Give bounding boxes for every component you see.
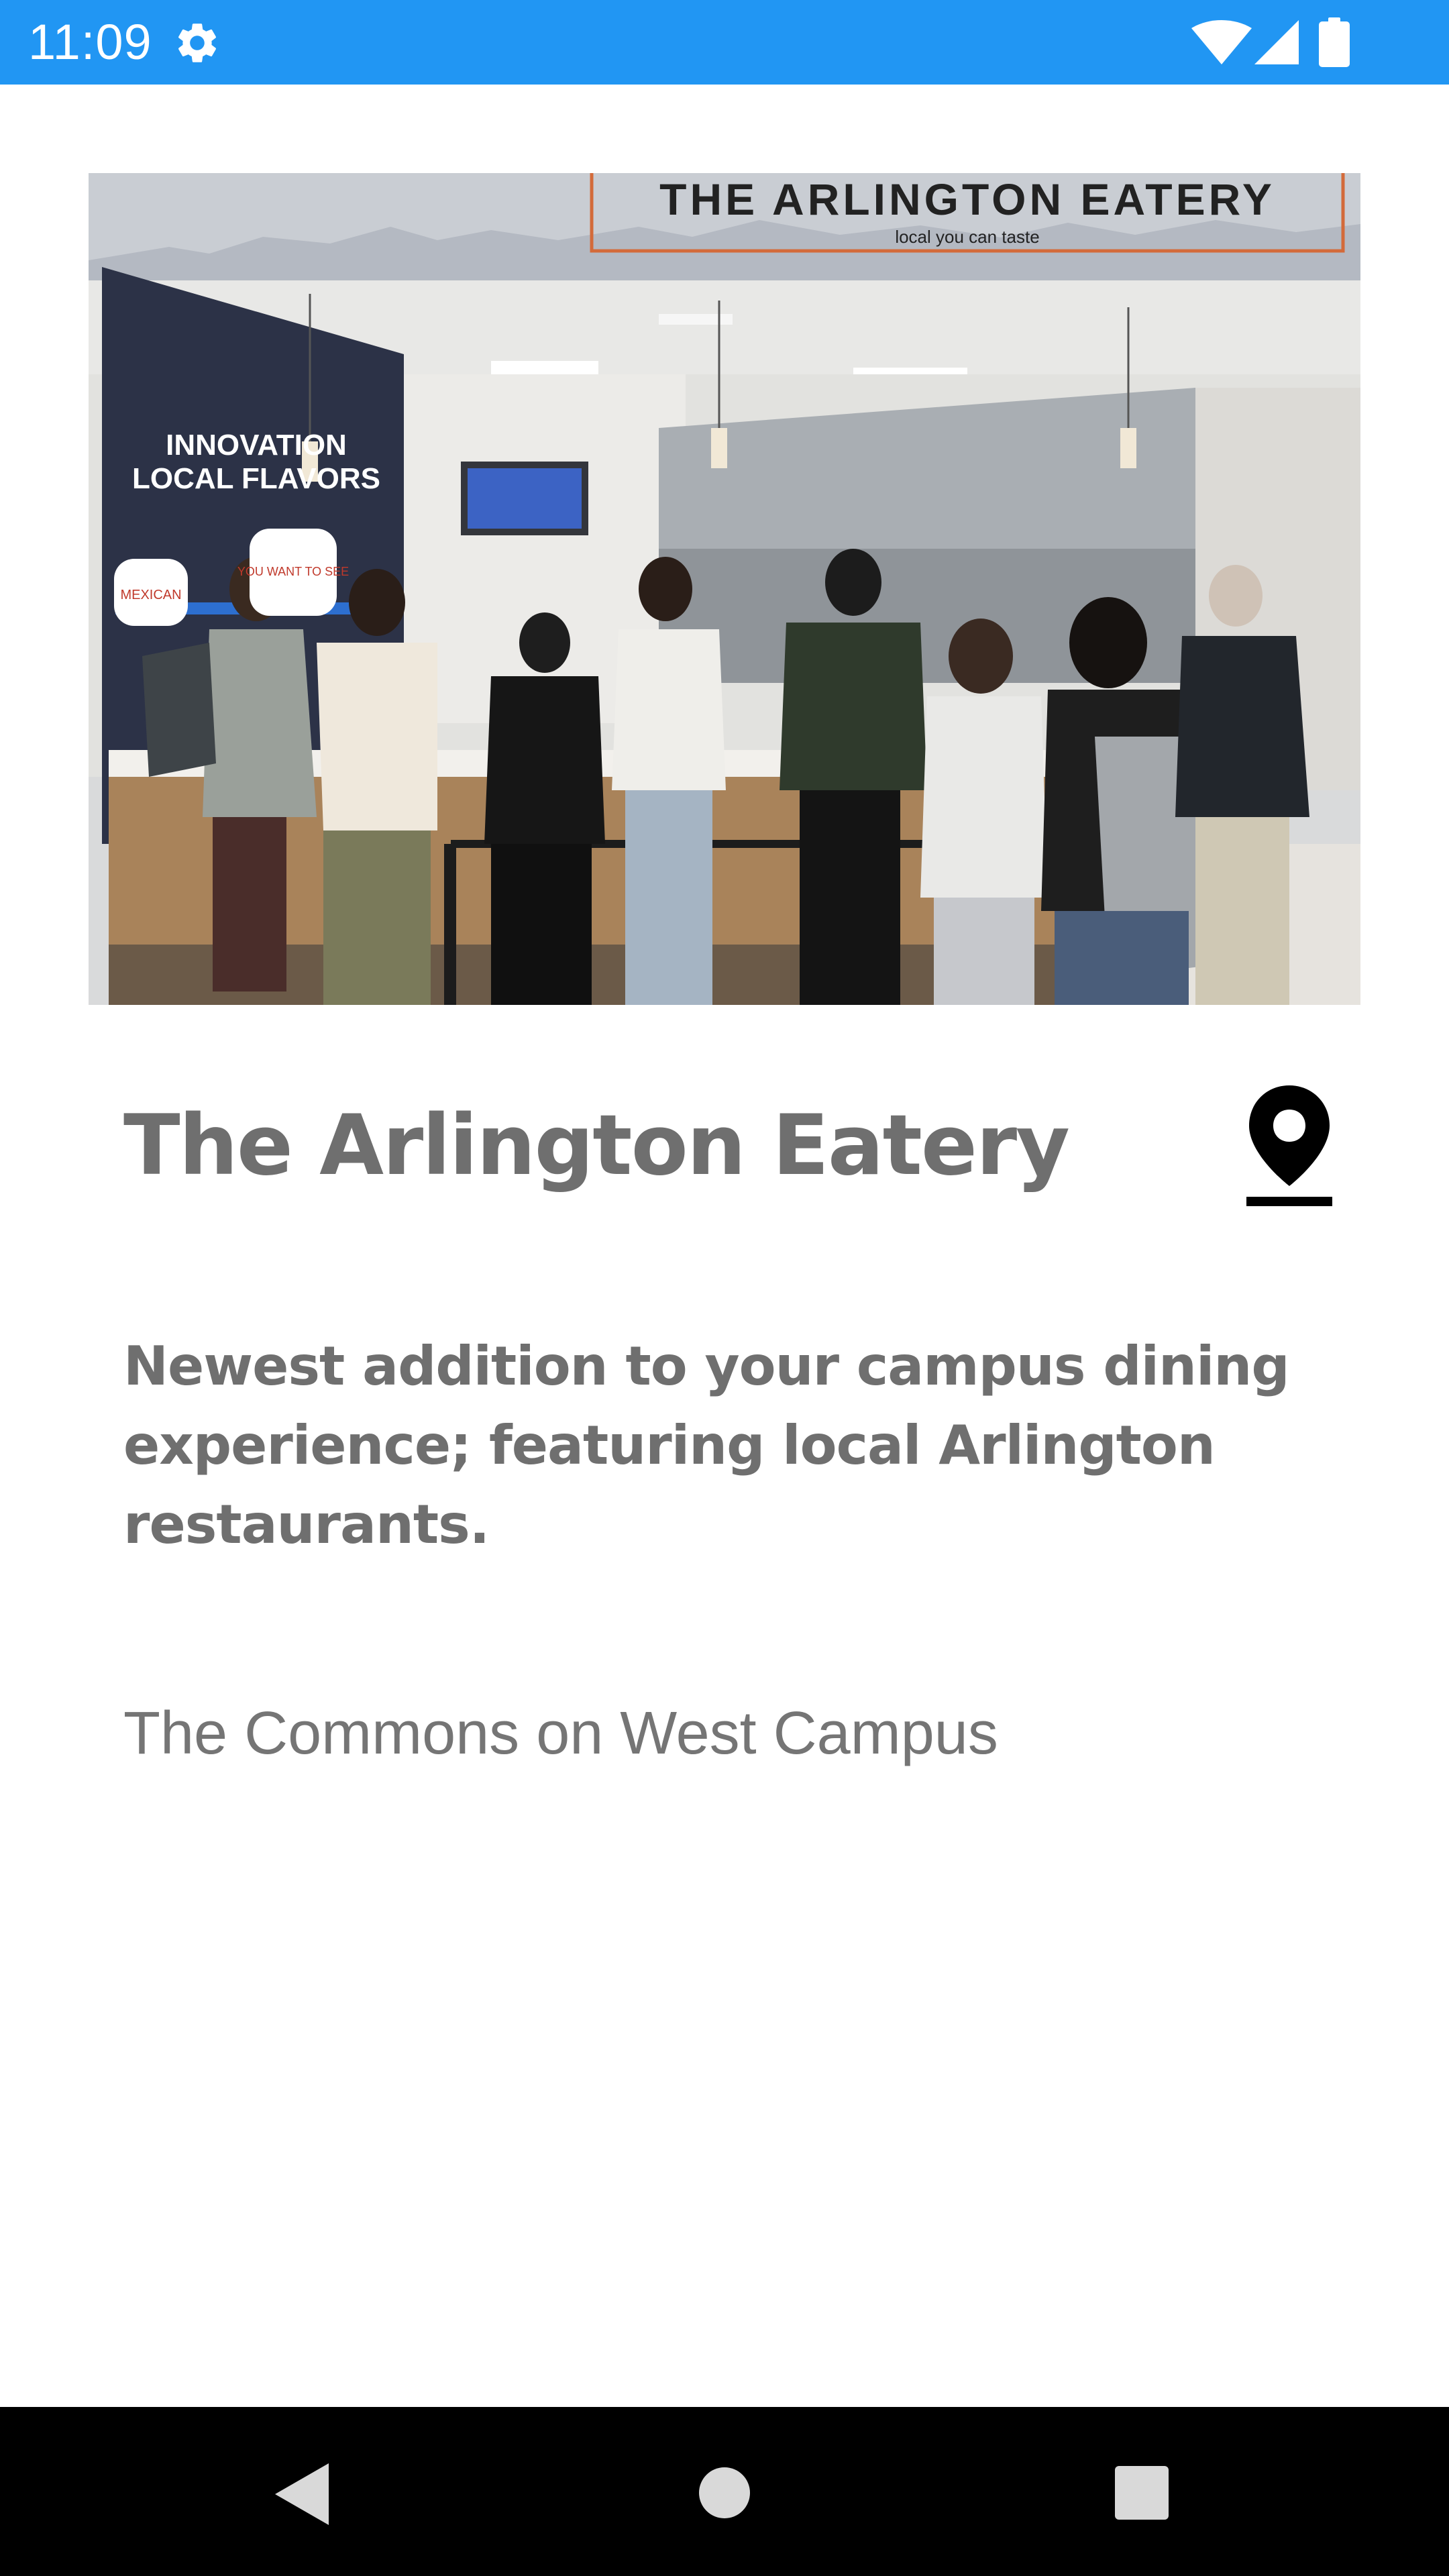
battery-icon — [1319, 17, 1350, 67]
navigation-bar — [0, 2407, 1449, 2576]
venue-location: The Commons on West Campus — [123, 1700, 998, 1767]
wall-bubble-1: MEXICAN — [120, 588, 181, 602]
sign-title: THE ARLINGTON EATERY — [659, 174, 1275, 224]
recents-icon[interactable] — [1115, 2466, 1169, 2520]
status-bar: 11:09 — [0, 0, 1449, 85]
venue-description: Newest addition to your campus dining ex… — [123, 1335, 1290, 1556]
venue-title: The Arlington Eatery — [123, 1097, 1070, 1194]
status-time: 11:09 — [28, 14, 152, 70]
screen: 11:09 THE ARLINGTON EATERY local you can… — [0, 0, 1449, 2576]
sign-subtitle: local you can taste — [895, 227, 1039, 247]
settings-gear-icon — [178, 23, 217, 62]
cell-signal-icon — [1254, 20, 1299, 64]
back-icon[interactable] — [275, 2463, 329, 2525]
wall-bubble-2: YOU WANT TO SEE — [237, 565, 349, 578]
location-pin-icon[interactable] — [1246, 1085, 1332, 1208]
hero-image: THE ARLINGTON EATERY local you can taste… — [89, 173, 1360, 1005]
wifi-icon — [1191, 20, 1252, 64]
wall-text-2: LOCAL FLAVORS — [132, 462, 380, 495]
home-icon[interactable] — [698, 2466, 751, 2520]
wall-text-1: INNOVATION — [166, 429, 347, 462]
